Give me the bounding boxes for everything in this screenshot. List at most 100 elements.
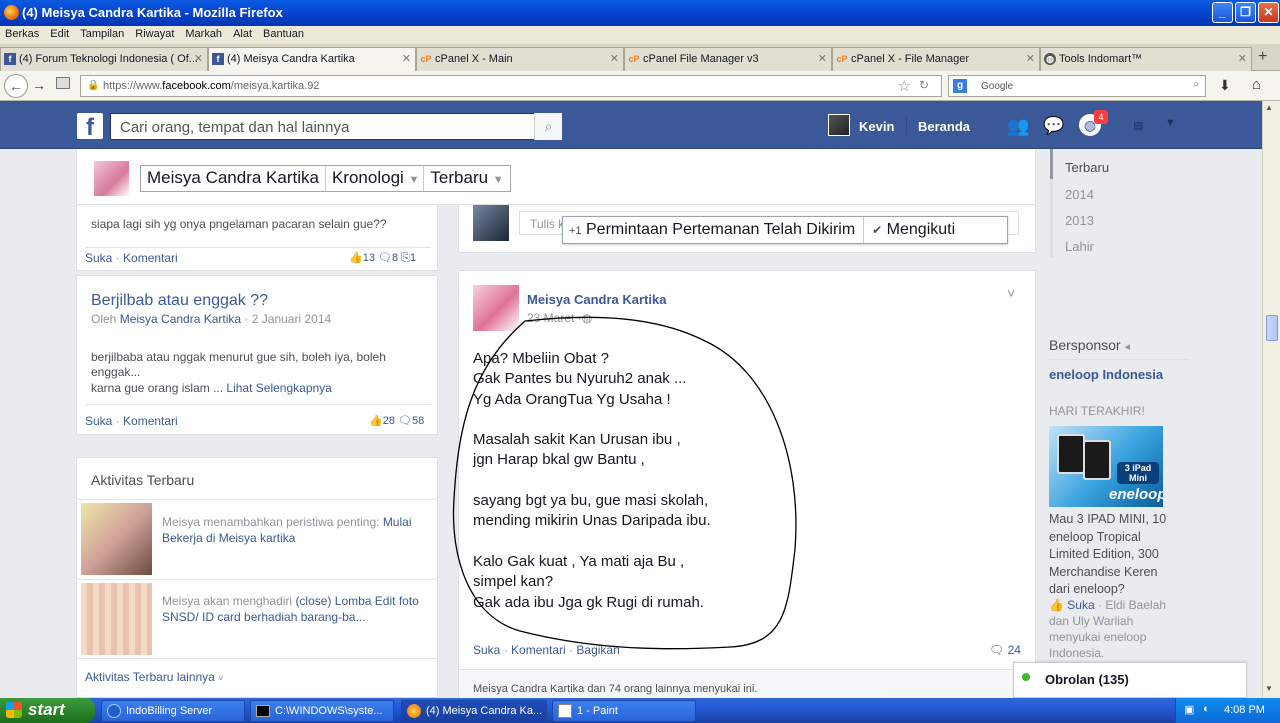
taskbar-item-indobilling[interactable]: IndoBilling Server (101, 700, 245, 722)
sponsor-ad-image[interactable]: 3 iPad Mini eneloop (1049, 426, 1163, 507)
chat-bar[interactable]: Obrolan (135) (1013, 662, 1247, 698)
tab-cpanel-fm3[interactable]: cP cPanel File Manager v3 ✕ (624, 47, 832, 71)
note-title-link[interactable]: Berjilbab atau enggak ?? (91, 292, 268, 310)
recent-activity-title: Aktivitas Terbaru (91, 472, 195, 488)
year-link-2013[interactable]: 2013 (1050, 205, 1250, 231)
messages-icon[interactable]: 💬 (1043, 116, 1064, 136)
see-more-link[interactable]: Lihat Selengkapnya (226, 381, 331, 395)
comment-link[interactable]: Komentari (123, 414, 178, 428)
post-options-chevron-icon[interactable]: ˅ (1007, 285, 1015, 301)
tab-cpanel-main[interactable]: cP cPanel X - Main ✕ (416, 47, 624, 71)
taskbar-item-paint[interactable]: 1 - Paint (552, 700, 696, 722)
reload-icon[interactable]: ↻ (919, 78, 929, 92)
avatar[interactable] (828, 114, 850, 136)
post-author-link[interactable]: Meisya Candra Kartika (527, 292, 666, 307)
sponsor-like-link[interactable]: Suka (1067, 598, 1094, 612)
note-card-jilbab: Berjilbab atau enggak ?? Oleh Meisya Can… (76, 275, 438, 435)
clock[interactable]: 4:08 PM (1224, 704, 1265, 716)
comment-count[interactable]: 58 (412, 415, 424, 427)
year-link-2014[interactable]: 2014 (1050, 179, 1250, 205)
sponsor-tagline: HARI TERAKHIR! (1049, 404, 1145, 418)
tab-indomart[interactable]: ◍ Tools Indomart™ ✕ (1040, 47, 1252, 71)
tab-meisya[interactable]: f (4) Meisya Candra Kartika ✕ (208, 47, 416, 72)
note-author-link[interactable]: Meisya Candra Kartika (120, 312, 241, 326)
close-tab-icon[interactable]: ✕ (1238, 52, 1247, 65)
more-activity-link[interactable]: Aktivitas Terbaru lainnya (85, 670, 215, 684)
volume-icon[interactable]: ◐ (1203, 703, 1210, 715)
scrollbar-thumb[interactable] (1266, 315, 1278, 341)
likers-summary[interactable]: Meisya Candra Kartika dan 74 orang lainn… (473, 683, 757, 695)
close-tab-icon[interactable]: ✕ (194, 52, 203, 65)
page-scrollbar[interactable]: ▲ ▼ (1262, 101, 1280, 698)
profile-link[interactable]: Kevin (859, 119, 894, 134)
maximize-button[interactable]: ❐ (1235, 2, 1256, 23)
menu-berkas[interactable]: Berkas (0, 26, 45, 40)
search-bar[interactable]: g Google ⌕ (948, 75, 1206, 97)
bookmark-star-icon[interactable]: ☆ (898, 77, 911, 95)
year-link-terbaru[interactable]: Terbaru (1050, 149, 1250, 179)
start-button[interactable]: start (0, 698, 95, 723)
network-icon[interactable]: ▣ (1184, 703, 1194, 716)
profile-name-link[interactable]: Meisya Candra Kartika (141, 166, 326, 191)
search-icon[interactable]: ⌕ (1193, 79, 1199, 90)
menu-markah[interactable]: Markah (180, 26, 228, 40)
like-link[interactable]: Suka (85, 414, 112, 428)
note-body: berjilbaba atau nggak menurut gue sih, b… (91, 350, 386, 379)
taskbar-item-cmd[interactable]: C:\WINDOWS\syste... (250, 700, 394, 722)
profile-thumbnail[interactable] (94, 161, 129, 196)
terbaru-dropdown[interactable]: Terbaru ▼ (424, 166, 509, 191)
settings-chevron-down-icon[interactable]: ▼ (1165, 117, 1176, 129)
close-tab-icon[interactable]: ✕ (818, 52, 827, 65)
following-button[interactable]: ✔ Mengikuti (864, 217, 963, 243)
like-link[interactable]: Suka (85, 251, 112, 265)
activity-photo[interactable] (81, 583, 152, 655)
thumbs-up-icon: 👍 (1049, 598, 1064, 612)
notification-badge: 4 (1094, 110, 1108, 124)
facebook-logo-icon[interactable]: f (77, 113, 103, 141)
comment-count[interactable]: 8 (392, 252, 398, 264)
system-tray: ▣ ◐ 4:08 PM (1175, 698, 1280, 723)
scroll-up-icon[interactable]: ▲ (1265, 103, 1273, 112)
activity-photo[interactable] (81, 503, 152, 575)
privacy-shortcuts-icon[interactable]: ▤ (1133, 119, 1143, 132)
menu-tampilan[interactable]: Tampilan (75, 26, 130, 40)
like-count[interactable]: 28 (383, 415, 395, 427)
friend-requests-icon[interactable]: 👥 (1007, 116, 1029, 137)
home-icon[interactable]: ⌂ (1252, 76, 1261, 93)
minimize-button[interactable]: _ (1212, 2, 1233, 23)
sponsor-brand-link[interactable]: eneloop Indonesia (1049, 366, 1169, 384)
tab-forum[interactable]: f (4) Forum Teknologi Indonesia ( Of... ✕ (0, 47, 208, 71)
menu-riwayat[interactable]: Riwayat (130, 26, 180, 40)
comment-count[interactable]: 24 (1008, 643, 1021, 657)
back-button[interactable]: ← (4, 74, 28, 98)
taskbar-item-firefox[interactable]: (4) Meisya Candra Ka... (401, 700, 547, 722)
close-tab-icon[interactable]: ✕ (402, 52, 411, 65)
kronologi-dropdown[interactable]: Kronologi ▼ (326, 166, 425, 191)
scroll-down-icon[interactable]: ▼ (1265, 684, 1273, 693)
forward-button[interactable]: → (32, 77, 46, 93)
comment-link[interactable]: Komentari (123, 251, 178, 265)
fb-search-icon[interactable]: ⌕ (534, 113, 562, 140)
close-tab-icon[interactable]: ✕ (610, 52, 619, 65)
download-icon[interactable]: ⬇ (1219, 77, 1231, 94)
hand-drawn-circle-annotation (452, 316, 797, 650)
history-icon[interactable] (56, 77, 70, 89)
eneloop-logo: eneloop (1109, 486, 1163, 503)
home-link[interactable]: Beranda (918, 119, 970, 134)
menu-edit[interactable]: Edit (45, 26, 75, 40)
year-link-lahir[interactable]: Lahir (1050, 231, 1250, 257)
close-window-button[interactable]: ✕ (1258, 2, 1279, 23)
close-tab-icon[interactable]: ✕ (1026, 52, 1035, 65)
friend-request-sent-button[interactable]: +1 Permintaan Pertemanan Telah Dikirim (563, 217, 865, 243)
menu-alat[interactable]: Alat (228, 26, 258, 40)
url-domain: facebook.com (162, 80, 231, 92)
fb-search-input[interactable]: Cari orang, tempat dan hal lainnya (110, 113, 562, 140)
share-count[interactable]: 1 (410, 252, 416, 264)
menu-bantuan[interactable]: Bantuan (258, 26, 310, 40)
like-count[interactable]: 13 (363, 252, 375, 264)
new-tab-button[interactable]: + (1258, 48, 1267, 66)
online-status-icon (1022, 673, 1030, 681)
tab-cpanel-fm[interactable]: cP cPanel X - File Manager ✕ (832, 47, 1040, 71)
url-bar[interactable]: 🔒 https://www.facebook.com/meisya.kartik… (80, 75, 942, 97)
composer-avatar (473, 205, 509, 241)
